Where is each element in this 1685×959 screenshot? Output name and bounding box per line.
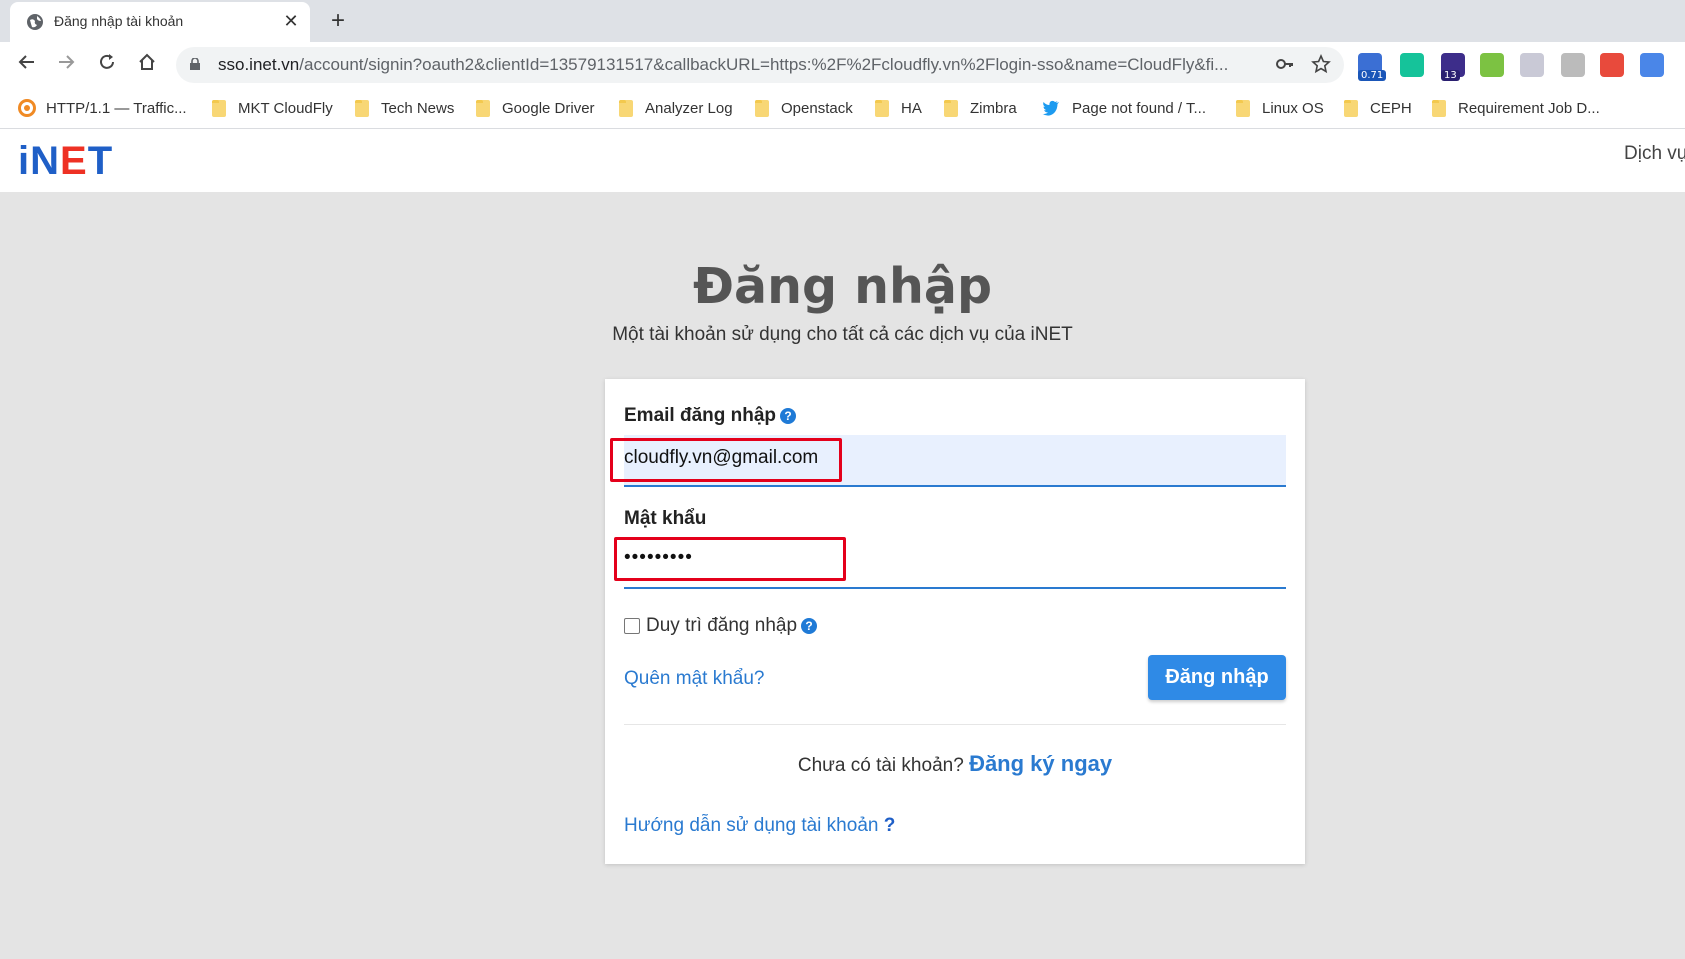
password-label: Mật khẩu [624,508,707,529]
color-grid-ext-icon[interactable] [1600,53,1624,77]
guide-link[interactable]: Hướng dẫn sử dụng tài khoản ? [624,815,895,837]
window-ext-icon[interactable] [1520,53,1544,77]
tab-title: Đăng nhập tài khoản [54,13,184,29]
page-title: Đăng nhập [692,258,993,315]
bookmark-label: Linux OS [1262,99,1324,117]
speed-ext-icon[interactable]: 0.71 [1358,53,1387,81]
close-tab-icon[interactable]: ✕ [280,10,302,32]
grammarly-ext-icon[interactable] [1400,53,1424,77]
help-icon[interactable]: ? [780,408,797,424]
url-text[interactable]: sso.inet.vn/account/signin?oauth2&client… [218,55,1278,75]
highlight-box-email [610,438,842,482]
forward-arrow-icon[interactable] [53,52,79,78]
bookmark-item[interactable]: Google Driver [476,97,595,119]
folder-icon [1344,99,1358,117]
bookmark-item[interactable]: HA [875,97,922,119]
divider [624,724,1286,725]
highlight-box-password [614,537,846,581]
folder-icon [476,99,490,117]
remember-label: Duy trì đăng nhập [646,615,798,636]
folder-icon [619,99,633,117]
remember-checkbox[interactable] [624,618,640,634]
bookmark-label: Google Driver [502,99,595,117]
parrot-ext-icon[interactable] [1480,53,1504,77]
browser-toolbar: sso.inet.vn/account/signin?oauth2&client… [0,42,1685,88]
bookmark-item[interactable]: Openstack [755,97,853,119]
folder-icon [1236,99,1250,117]
bookmark-label: Analyzer Log [645,99,733,117]
bookmark-item[interactable]: HTTP/1.1 — Traffic... [18,97,187,119]
signup-row: Chưa có tài khoản? Đăng ký ngay [605,751,1305,777]
login-button[interactable]: Đăng nhập [1148,655,1286,700]
bookmark-label: Openstack [781,99,853,117]
bookmark-label: HTTP/1.1 — Traffic... [46,99,187,117]
no-account-text: Chưa có tài khoản? [797,755,964,776]
folder-icon [212,99,226,117]
bookmark-label: Zimbra [970,99,1017,117]
bookmark-item[interactable]: Requirement Job D... [1432,97,1600,119]
folder-icon [755,99,769,117]
browser-tab[interactable]: Đăng nhập tài khoản ✕ [10,2,310,42]
bookmark-item[interactable]: Zimbra [944,97,1017,119]
bookmark-label: Tech News [381,99,455,117]
bookmarks-bar: HTTP/1.1 — Traffic... MKT CloudFly Tech Ne… [0,88,1685,129]
page-subtitle: Một tài khoản sử dụng cho tất cả các dịc… [612,324,1073,345]
globe-icon [27,14,43,30]
folder-icon [944,99,958,117]
new-tab-button[interactable]: + [325,8,351,34]
bookmark-item[interactable]: Analyzer Log [619,97,733,119]
site-header: iNET Dịch vụ [0,129,1685,192]
star-bookmark-icon[interactable] [1310,53,1332,76]
signup-link[interactable]: Đăng ký ngay [969,751,1112,776]
folder-icon [355,99,369,117]
address-bar[interactable]: sso.inet.vn/account/signin?oauth2&client… [176,47,1344,83]
email-label: Email đăng nhập? [624,405,797,427]
home-icon[interactable] [134,52,160,78]
help-icon[interactable]: ? [801,618,818,634]
bookmark-label: HA [901,99,922,117]
bolt-ext-icon[interactable] [1561,53,1585,77]
extension-badge: 13 [1441,70,1460,81]
folder-icon [875,99,889,117]
services-menu[interactable]: Dịch vụ [1624,143,1685,165]
remember-checkbox-row[interactable]: Duy trì đăng nhập? [624,615,818,637]
back-arrow-icon[interactable] [14,52,40,78]
bookmark-label: Page not found / T... [1072,99,1206,117]
bookmark-label: CEPH [1370,99,1412,117]
tab-strip: Đăng nhập tài khoản ✕ + [0,0,1685,42]
translate-ext-icon[interactable] [1640,53,1664,77]
extension-badge: 0.71 [1358,70,1387,81]
bookmark-label: MKT CloudFly [238,99,333,117]
http-site-icon [18,99,36,117]
bookmark-item[interactable]: CEPH [1344,97,1412,119]
graduation-ext-icon[interactable]: 13 [1441,53,1465,81]
bookmark-item[interactable]: Page not found / T... [1042,97,1206,119]
bookmark-item[interactable]: MKT CloudFly [212,97,333,119]
login-card: Email đăng nhập? cloudfly.vn@gmail.com M… [605,379,1305,864]
inet-logo[interactable]: iNET [18,139,113,184]
lock-icon [190,58,200,70]
forgot-password-link[interactable]: Quên mật khẩu? [624,668,764,690]
bookmark-item[interactable]: Tech News [355,97,454,119]
key-icon[interactable] [1274,54,1296,76]
bookmark-item[interactable]: Linux OS [1236,97,1324,119]
bookmark-label: Requirement Job D... [1458,99,1600,117]
twitter-icon [1042,100,1059,116]
folder-icon [1432,99,1446,117]
reload-icon[interactable] [94,52,120,78]
